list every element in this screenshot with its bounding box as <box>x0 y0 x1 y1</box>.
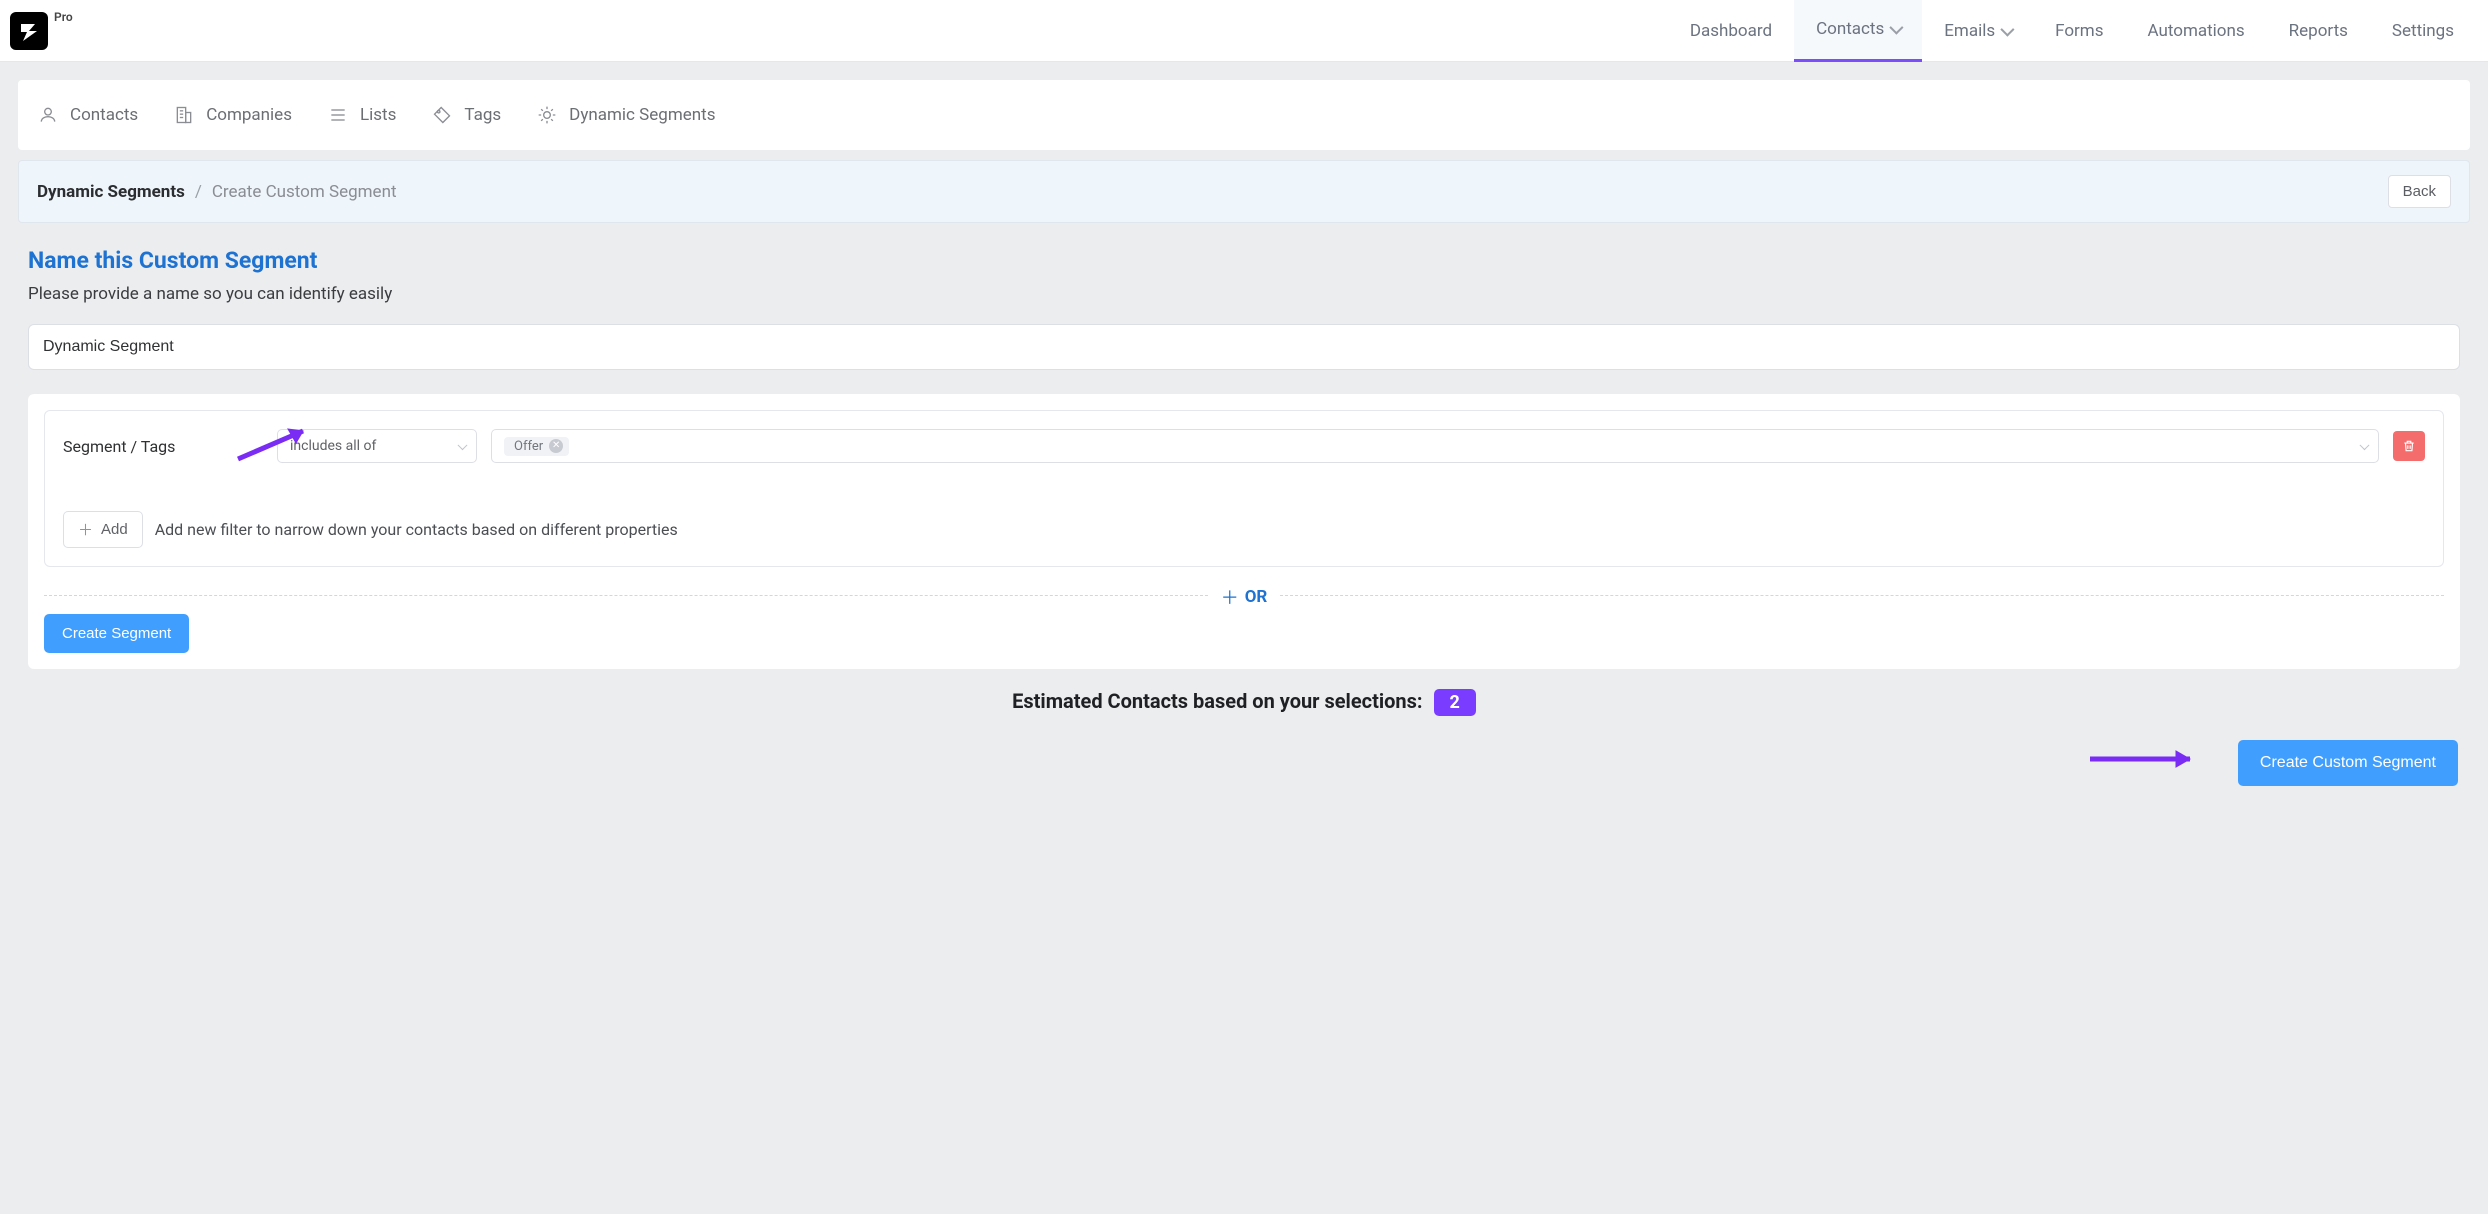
nav-reports[interactable]: Reports <box>2267 0 2370 62</box>
create-segment-button[interactable]: Create Segment <box>44 614 189 653</box>
nav-automations[interactable]: Automations <box>2126 0 2267 62</box>
footer-actions: Create Custom Segment <box>28 740 2460 786</box>
estimate-row: Estimated Contacts based on your selecti… <box>28 689 2460 716</box>
breadcrumb-root[interactable]: Dynamic Segments <box>37 182 185 202</box>
nav-contacts-label: Contacts <box>1816 19 1884 39</box>
add-filter-button[interactable]: ＋ Add <box>63 511 143 548</box>
estimate-count-badge: 2 <box>1434 689 1476 716</box>
nav-dashboard-label: Dashboard <box>1690 21 1772 41</box>
nav-automations-label: Automations <box>2148 21 2245 41</box>
subtab-dynamic-segments[interactable]: Dynamic Segments <box>537 105 715 125</box>
subtab-lists-label: Lists <box>360 105 396 125</box>
nav-forms-label: Forms <box>2055 21 2103 41</box>
building-icon <box>174 105 194 125</box>
section-subtitle: Please provide a name so you can identif… <box>28 284 2460 304</box>
gear-icon <box>537 105 557 125</box>
plus-icon: ＋ <box>1221 584 1239 610</box>
brand-block: Pro <box>10 12 73 50</box>
estimate-text: Estimated Contacts based on your selecti… <box>1012 689 1422 713</box>
filter-group: Segment / Tags includes all of Offer ✕ <box>44 410 2444 567</box>
annotation-arrow <box>2090 744 2210 778</box>
breadcrumb-bar: Dynamic Segments / Create Custom Segment… <box>18 160 2470 223</box>
subtab-tags-label: Tags <box>464 105 501 125</box>
top-nav: Pro Dashboard Contacts Emails Forms Auto… <box>0 0 2488 62</box>
tag-chip: Offer ✕ <box>504 437 569 456</box>
tag-chip-label: Offer <box>514 439 543 454</box>
nav-reports-label: Reports <box>2289 21 2348 41</box>
subtab-contacts-label: Contacts <box>70 105 138 125</box>
breadcrumb: Dynamic Segments / Create Custom Segment <box>37 182 397 202</box>
nav-settings-label: Settings <box>2392 21 2454 41</box>
operator-select-value: includes all of <box>290 438 376 454</box>
subtab-lists[interactable]: Lists <box>328 105 396 125</box>
breadcrumb-current: Create Custom Segment <box>212 182 397 202</box>
operator-select[interactable]: includes all of <box>277 429 477 463</box>
or-divider: ＋ OR <box>44 595 2444 596</box>
subtab-companies[interactable]: Companies <box>174 105 292 125</box>
tag-icon <box>432 105 452 125</box>
tag-select[interactable]: Offer ✕ <box>491 429 2379 463</box>
brand-logo[interactable] <box>10 12 48 50</box>
subtab-contacts[interactable]: Contacts <box>38 105 138 125</box>
filter-card: Segment / Tags includes all of Offer ✕ <box>28 394 2460 669</box>
segment-name-input[interactable] <box>28 324 2460 370</box>
back-button[interactable]: Back <box>2388 175 2451 208</box>
subtab-companies-label: Companies <box>206 105 292 125</box>
add-filter-hint: Add new filter to narrow down your conta… <box>155 520 678 539</box>
chevron-down-icon <box>2000 22 2014 36</box>
chevron-down-icon <box>2360 440 2370 450</box>
subtab-tags[interactable]: Tags <box>432 105 501 125</box>
or-label: OR <box>1245 587 1268 607</box>
filter-row: Segment / Tags includes all of Offer ✕ <box>63 429 2425 463</box>
nav-emails[interactable]: Emails <box>1922 0 2033 62</box>
brand-pro-label: Pro <box>54 10 73 24</box>
user-icon <box>38 105 58 125</box>
nav-settings[interactable]: Settings <box>2370 0 2476 62</box>
section-title: Name this Custom Segment <box>28 247 2460 274</box>
nav-emails-label: Emails <box>1944 21 1995 41</box>
tag-chip-remove[interactable]: ✕ <box>549 439 563 453</box>
brand-logo-icon <box>17 19 41 43</box>
plus-icon: ＋ <box>78 519 93 540</box>
chevron-down-icon <box>458 440 468 450</box>
create-custom-segment-button[interactable]: Create Custom Segment <box>2238 740 2458 786</box>
delete-filter-button[interactable] <box>2393 431 2425 461</box>
nav-forms[interactable]: Forms <box>2033 0 2125 62</box>
contacts-subtabs: Contacts Companies Lists Tags Dynamic Se… <box>18 80 2470 150</box>
add-or-group-button[interactable]: ＋ OR <box>1209 584 1280 610</box>
subtab-dynamic-segments-label: Dynamic Segments <box>569 105 715 125</box>
filter-field-label: Segment / Tags <box>63 437 263 456</box>
add-filter-label: Add <box>101 521 128 538</box>
trash-icon <box>2402 439 2416 453</box>
list-icon <box>328 105 348 125</box>
nav-contacts[interactable]: Contacts <box>1794 0 1922 62</box>
nav-dashboard[interactable]: Dashboard <box>1668 0 1794 62</box>
chevron-down-icon <box>1890 21 1904 35</box>
breadcrumb-sep: / <box>195 182 202 202</box>
add-filter-row: ＋ Add Add new filter to narrow down your… <box>63 511 2425 548</box>
